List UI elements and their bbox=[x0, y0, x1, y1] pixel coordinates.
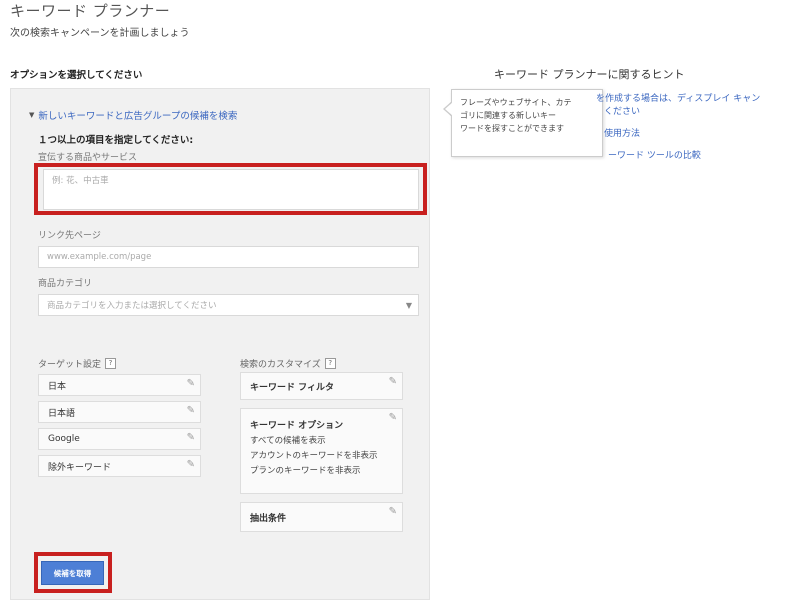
page-title: キーワード プランナー bbox=[10, 2, 171, 20]
help-icon[interactable]: ? bbox=[324, 358, 336, 369]
pencil-icon[interactable]: ✎ bbox=[187, 459, 195, 470]
landing-page-label: リンク先ページ bbox=[38, 231, 101, 241]
pencil-icon[interactable]: ✎ bbox=[187, 378, 195, 389]
keyword-search-expander[interactable]: ▼ 新しいキーワードと広告グループの候補を検索 bbox=[29, 108, 237, 122]
options-section-title: オプションを選択してください bbox=[10, 70, 143, 81]
tooltip-line: ゴリに関連する新しいキー bbox=[460, 111, 556, 120]
required-label: １つ以上の項目を指定してください: bbox=[38, 135, 194, 146]
product-input[interactable] bbox=[43, 169, 419, 210]
keyword-planner-page: キーワード プランナー 次の検索キャンペーンを計画しましょう オプションを選択し… bbox=[0, 0, 800, 600]
targeting-item-location[interactable]: 日本 ✎ bbox=[38, 374, 201, 396]
tooltip-arrow-inner bbox=[445, 102, 453, 116]
triangle-down-icon: ▼ bbox=[29, 111, 35, 119]
keyword-option-line: アカウントのキーワードを非表示 bbox=[250, 451, 378, 461]
targeting-item-language[interactable]: 日本語 ✎ bbox=[38, 401, 201, 423]
get-ideas-button[interactable]: 候補を取得 bbox=[41, 561, 104, 585]
targeting-label: ターゲット設定 ? bbox=[38, 357, 117, 370]
hint-link-display-campaign-cont[interactable]: ください bbox=[604, 104, 640, 117]
pencil-icon[interactable]: ✎ bbox=[389, 376, 397, 387]
page-subtitle: 次の検索キャンペーンを計画しましょう bbox=[10, 28, 190, 39]
keyword-filter-box[interactable]: キーワード フィルタ ✎ bbox=[240, 372, 403, 400]
keyword-option-line: プランのキーワードを非表示 bbox=[250, 466, 361, 476]
pencil-icon[interactable]: ✎ bbox=[187, 432, 195, 443]
tooltip: フレーズやウェブサイト、カテ ゴリに関連する新しいキー ワードを探すことができま… bbox=[451, 89, 603, 157]
landing-page-input[interactable] bbox=[38, 246, 419, 268]
targeting-item-label: 日本 bbox=[48, 381, 67, 392]
hints-section-title: キーワード プランナーに関するヒント bbox=[494, 68, 685, 81]
expander-label: 新しいキーワードと広告グループの候補を検索 bbox=[38, 111, 238, 122]
pencil-icon[interactable]: ✎ bbox=[389, 412, 397, 423]
keyword-options-box[interactable]: キーワード オプション すべての候補を表示 アカウントのキーワードを非表示 プラ… bbox=[240, 408, 403, 494]
category-label: 商品カテゴリ bbox=[38, 279, 93, 289]
customize-label-text: 検索のカスタマイズ bbox=[240, 360, 321, 370]
targeting-item-network[interactable]: Google ✎ bbox=[38, 428, 201, 450]
extract-conditions-label: 抽出条件 bbox=[250, 513, 287, 524]
hint-link-display-campaign[interactable]: を作成する場合は、ディスプレイ キャン bbox=[596, 91, 760, 104]
tooltip-line: ワードを探すことができます bbox=[460, 124, 564, 133]
targeting-item-negative-keywords[interactable]: 除外キーワード ✎ bbox=[38, 455, 201, 477]
keyword-filter-label: キーワード フィルタ bbox=[250, 382, 334, 393]
keyword-options-label: キーワード オプション bbox=[250, 421, 344, 431]
customize-label: 検索のカスタマイズ ? bbox=[240, 357, 336, 370]
category-placeholder: 商品カテゴリを入力または選択してください bbox=[47, 301, 217, 311]
targeting-item-label: 日本語 bbox=[48, 408, 76, 419]
hint-link-usage[interactable]: 使用方法 bbox=[604, 126, 640, 139]
product-label: 宣伝する商品やサービス bbox=[38, 153, 138, 163]
targeting-item-label: Google bbox=[48, 434, 80, 444]
help-icon[interactable]: ? bbox=[105, 358, 117, 369]
keyword-option-line: すべての候補を表示 bbox=[250, 436, 326, 446]
targeting-item-label: 除外キーワード bbox=[48, 462, 112, 473]
category-select[interactable]: 商品カテゴリを入力または選択してください ▼ bbox=[38, 294, 419, 316]
targeting-label-text: ターゲット設定 bbox=[38, 360, 102, 370]
chevron-down-icon: ▼ bbox=[405, 301, 412, 310]
tooltip-line: フレーズやウェブサイト、カテ bbox=[460, 98, 572, 107]
pencil-icon[interactable]: ✎ bbox=[389, 506, 397, 517]
pencil-icon[interactable]: ✎ bbox=[187, 405, 195, 416]
extract-conditions-box[interactable]: 抽出条件 ✎ bbox=[240, 502, 403, 532]
hint-link-tool-comparison[interactable]: ーワード ツールの比較 bbox=[608, 148, 701, 161]
